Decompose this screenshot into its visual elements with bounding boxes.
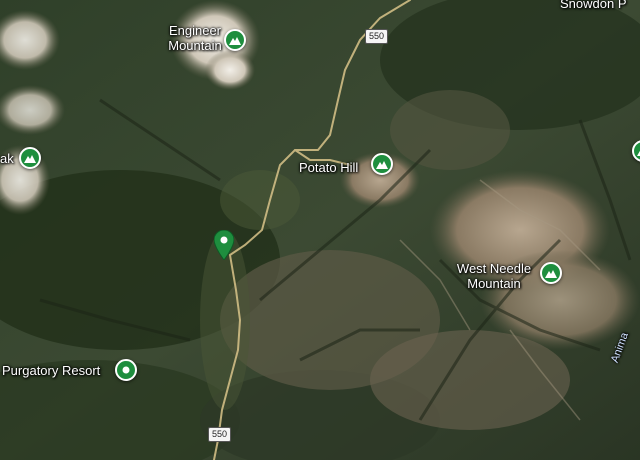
- left-peak-poi[interactable]: [19, 147, 41, 169]
- potato-hill-poi[interactable]: [371, 153, 393, 175]
- mountain-icon: [376, 161, 388, 169]
- engineer-mountain-label-line2: Mountain: [168, 38, 222, 53]
- west-needle-mountain-label-line2: Mountain: [467, 276, 521, 291]
- mountain-icon: [545, 270, 557, 278]
- left-peak-label[interactable]: ak: [0, 151, 14, 166]
- location-pin-icon: [213, 229, 235, 261]
- highway-550-shield-top: 550: [365, 29, 389, 44]
- mountain-icon: [229, 37, 241, 45]
- place-dot-icon: [122, 366, 130, 374]
- west-needle-mountain-label[interactable]: West Needle Mountain: [452, 261, 536, 291]
- selected-location-pin[interactable]: [213, 229, 235, 261]
- highway-550-shield-bottom: 550: [208, 427, 232, 442]
- west-needle-mountain-label-line1: West Needle: [456, 261, 532, 276]
- purgatory-resort-poi[interactable]: [115, 359, 137, 381]
- engineer-mountain-poi[interactable]: [224, 29, 246, 51]
- mountain-icon: [24, 155, 36, 163]
- engineer-mountain-label-line1: Engineer: [168, 23, 222, 38]
- snowdon-peak-label[interactable]: Snowdon P: [560, 0, 627, 11]
- satellite-terrain: [0, 0, 640, 460]
- potato-hill-label[interactable]: Potato Hill: [299, 160, 358, 175]
- west-needle-mountain-poi[interactable]: [540, 262, 562, 284]
- engineer-mountain-label[interactable]: Engineer Mountain: [156, 23, 234, 53]
- purgatory-resort-label[interactable]: Purgatory Resort: [2, 363, 100, 378]
- map-canvas[interactable]: Snowdon P Engineer Mountain ak Potato Hi…: [0, 0, 640, 460]
